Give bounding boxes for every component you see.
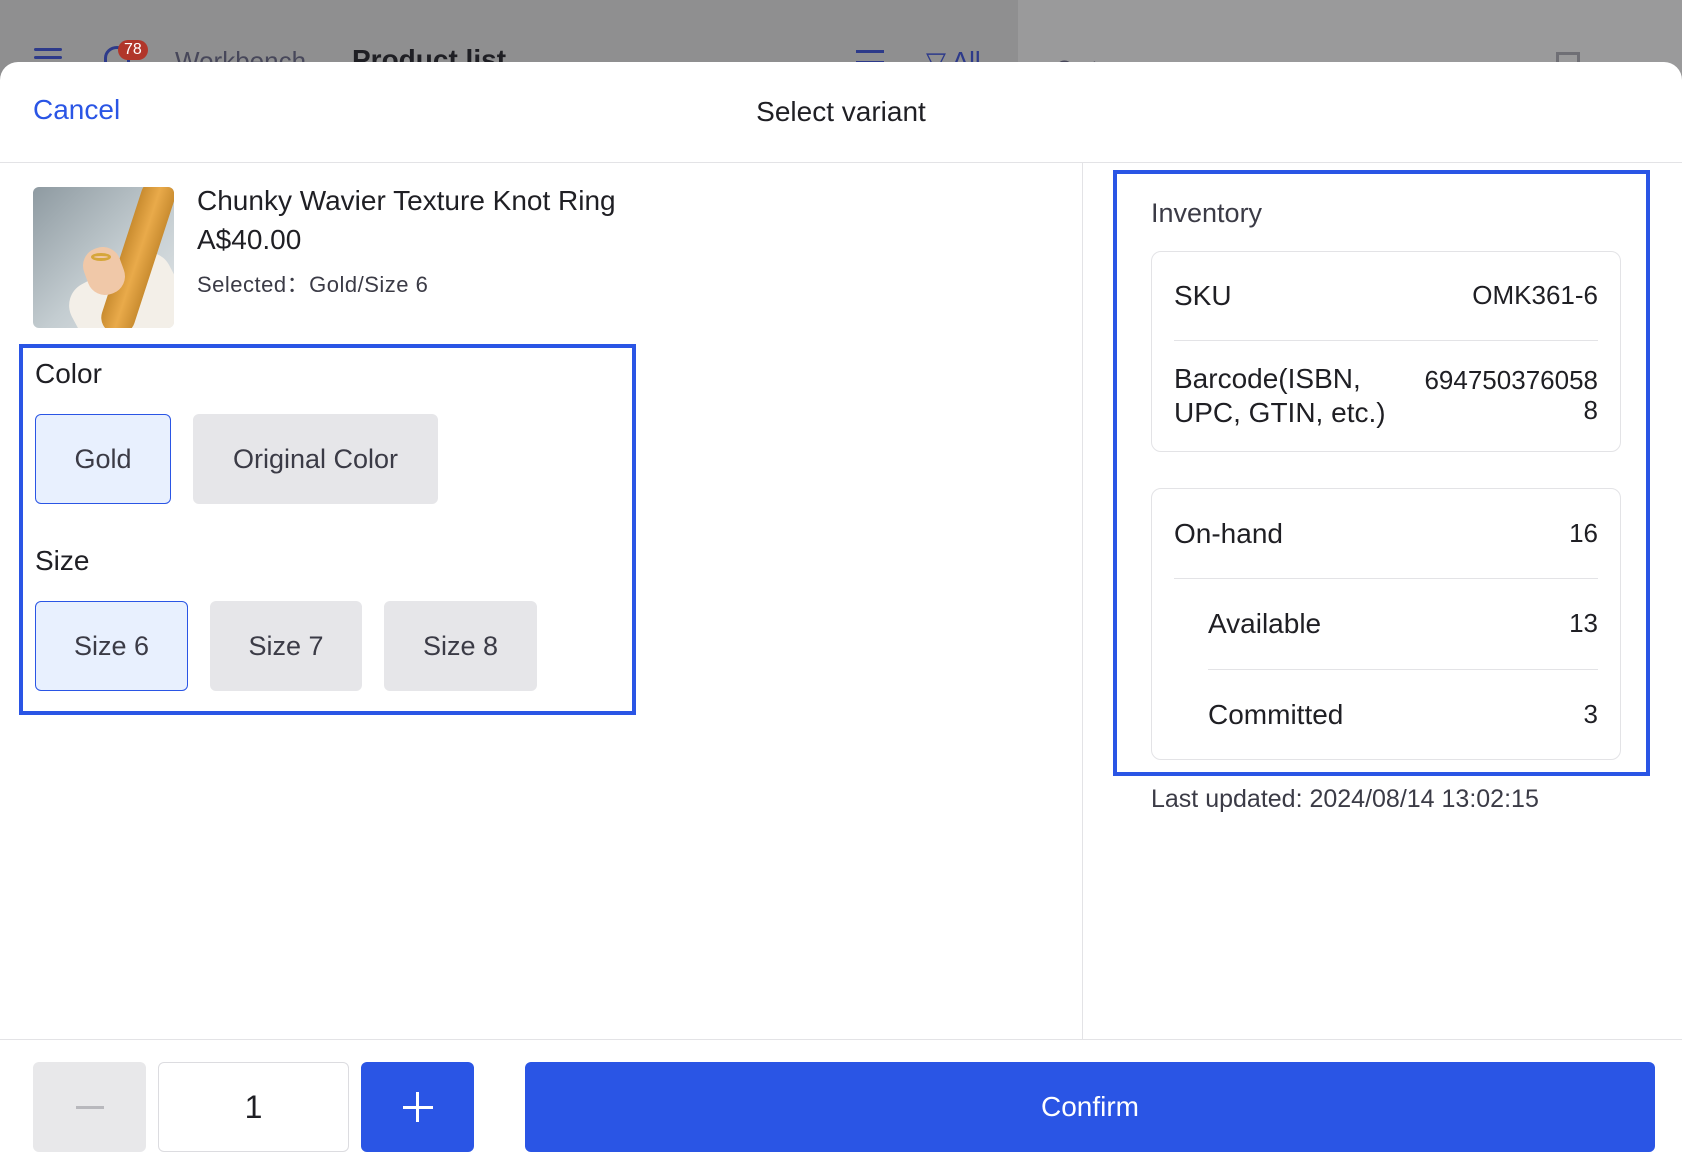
on-hand-label: On-hand [1174,517,1283,549]
inventory-section: Inventory SKU OMK361-6 Barcode(ISBN, UPC… [1113,170,1650,776]
variant-options: Color Gold Original Color Size Size 6 Si… [19,344,636,715]
inventory-pane: Inventory SKU OMK361-6 Barcode(ISBN, UPC… [1082,163,1682,1039]
size-label: Size [35,545,90,576]
on-hand-row: On-hand 16 [1152,489,1620,578]
barcode-value: 6947503760588 [1424,365,1598,425]
available-value: 13 [1569,608,1598,639]
size-option-6[interactable]: Size 6 [35,601,188,691]
modal-header: Cancel Select variant [0,62,1682,163]
confirm-button[interactable]: Confirm [525,1062,1655,1152]
committed-value: 3 [1583,699,1598,730]
notification-badge: 78 [118,40,148,60]
stock-card: On-hand 16 Available 13 Committed 3 [1151,488,1621,760]
available-label: Available [1208,608,1322,640]
color-option-original[interactable]: Original Color [193,414,438,504]
size-option-7[interactable]: Size 7 [210,601,362,691]
decrease-quantity-button[interactable] [33,1062,146,1152]
product-name: Chunky Wavier Texture Knot Ring [197,185,616,216]
product-price: A$40.00 [197,224,302,255]
color-label: Color [35,358,102,389]
identifier-card: SKU OMK361-6 Barcode(ISBN, UPC, GTIN, et… [1151,251,1621,452]
inventory-title: Inventory [1151,198,1263,228]
size-option-8[interactable]: Size 8 [384,601,537,691]
sku-label: SKU [1174,280,1232,312]
on-hand-value: 16 [1569,517,1598,548]
increase-quantity-button[interactable] [361,1062,474,1152]
variant-options-pane: Chunky Wavier Texture Knot Ring A$40.00 … [0,163,1082,1039]
last-updated-text: Last updated: 2024/08/14 13:02:15 [1151,785,1539,813]
color-option-gold[interactable]: Gold [35,414,171,504]
committed-row: Committed 3 [1152,670,1620,760]
committed-label: Committed [1208,699,1344,731]
modal-title: Select variant [756,96,926,127]
select-variant-modal: Cancel Select variant Chunky Wavier Text… [0,62,1682,1168]
product-image [33,187,174,328]
available-row: Available 13 [1152,579,1620,669]
modal-footer: Confirm [0,1039,1682,1168]
sku-value: OMK361-6 [1472,280,1598,311]
barcode-row: Barcode(ISBN, UPC, GTIN, etc.) 694750376… [1152,341,1620,451]
minus-icon [75,1105,104,1109]
barcode-label: Barcode(ISBN, UPC, GTIN, etc.) [1174,363,1386,428]
selected-variant-text: Selected：Gold/Size 6 [197,272,429,297]
quantity-input[interactable] [158,1062,349,1152]
sku-row: SKU OMK361-6 [1152,252,1620,340]
